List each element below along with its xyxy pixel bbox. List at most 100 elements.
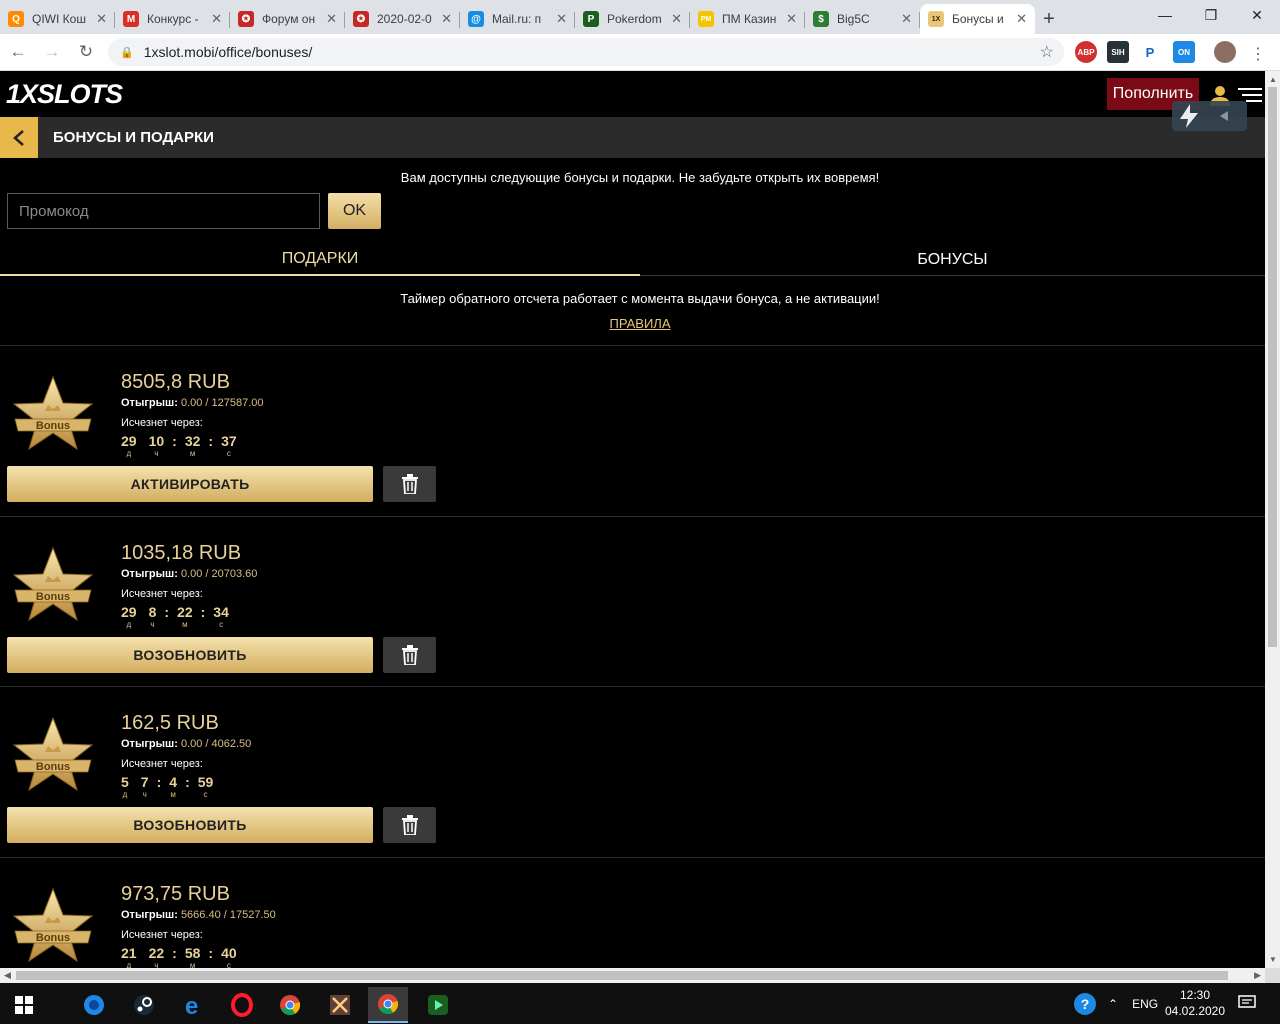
delete-bonus-button[interactable] — [383, 807, 436, 843]
browser-tab-label: Конкурс - — [147, 12, 199, 26]
timer-seconds-value: 59 — [197, 774, 214, 790]
bonus-badge-text: Bonus — [36, 591, 70, 603]
close-tab-icon[interactable]: ✕ — [326, 11, 337, 27]
promo-code-input[interactable] — [7, 193, 320, 229]
promo-ok-button[interactable]: OK — [328, 193, 381, 229]
scroll-left-arrow-icon[interactable]: ◀ — [4, 970, 11, 981]
bonus-action-button[interactable]: АКТИВИРОВАТЬ — [7, 466, 373, 502]
tab-bonuses[interactable]: БОНУСЫ — [640, 243, 1265, 276]
vertical-scroll-thumb[interactable] — [1268, 87, 1277, 647]
bonus-card: Bonus 973,75 RUB Отыгрыш: 5666.40 / 17527.… — [0, 857, 1265, 968]
back-button[interactable]: ← — [2, 36, 34, 68]
delete-bonus-button[interactable] — [383, 637, 436, 673]
taskbar-app-opera[interactable] — [222, 987, 262, 1023]
browser-tab[interactable]: ✪ Форум он ✕ — [230, 4, 345, 34]
bonus-action-button[interactable]: ВОЗОБНОВИТЬ — [7, 637, 373, 673]
edge-icon: e — [185, 993, 198, 1017]
browser-tab[interactable]: M Конкурс - ✕ — [115, 4, 230, 34]
on-extension-icon[interactable]: ON — [1173, 41, 1195, 63]
tray-overflow-icon[interactable]: ⌃ — [1108, 997, 1118, 1011]
site-logo[interactable]: 1XSLOTS — [6, 79, 123, 110]
taskbar-app-chrome[interactable] — [270, 987, 310, 1023]
bonus-card: Bonus 162,5 RUB Отыгрыш: 0.00 / 4062.50 Исч… — [0, 686, 1265, 856]
timer-separator: : — [185, 774, 190, 790]
taskbar-app-steam[interactable] — [124, 987, 164, 1023]
browser-tab[interactable]: Q QIWI Кош ✕ — [0, 4, 115, 34]
timer-days-value: 5 — [121, 774, 129, 790]
close-tab-icon[interactable]: ✕ — [441, 11, 452, 27]
bookmark-star-icon[interactable]: ☆ — [1040, 42, 1054, 62]
widget-logo-icon — [1180, 104, 1228, 128]
taskbar-app-chrome-active[interactable] — [368, 987, 408, 1023]
browser-menu-icon[interactable]: ⋮ — [1250, 44, 1266, 64]
browser-tab[interactable]: 1X Бонусы и ✕ — [920, 4, 1035, 34]
timer-days-label: д — [122, 790, 128, 799]
vertical-scrollbar[interactable]: ▲ ▼ — [1265, 71, 1280, 968]
floating-widget[interactable] — [1172, 101, 1247, 131]
profile-avatar[interactable] — [1214, 41, 1236, 63]
minimize-button[interactable]: — — [1142, 0, 1188, 30]
horizontal-scrollbar[interactable]: ◀ ▶ — [0, 968, 1265, 983]
sih-extension-icon[interactable]: SIH — [1107, 41, 1129, 63]
taskbar-app-player[interactable] — [418, 987, 458, 1023]
scroll-down-arrow-icon[interactable]: ▼ — [1269, 955, 1277, 964]
url-bar[interactable]: 🔒 1xslot.mobi/office/bonuses/ ☆ — [108, 38, 1064, 66]
scroll-up-arrow-icon[interactable]: ▲ — [1269, 75, 1277, 84]
p-extension-icon[interactable]: P — [1139, 41, 1161, 63]
reload-button[interactable]: ↻ — [70, 36, 102, 68]
adblock-extension-icon[interactable]: ABP — [1075, 41, 1097, 63]
taskbar-app-cs[interactable] — [320, 987, 360, 1023]
browser-tab-label: ПМ Казин — [722, 12, 777, 26]
windows-start-button[interactable] — [4, 987, 44, 1023]
delete-bonus-button[interactable] — [383, 466, 436, 502]
bonus-amount: 973,75 RUB — [121, 883, 230, 905]
scroll-right-arrow-icon[interactable]: ▶ — [1254, 970, 1261, 981]
close-window-button[interactable]: ✕ — [1234, 0, 1280, 30]
windows-logo-icon — [15, 996, 33, 1014]
timer-hours-label: ч — [150, 620, 155, 629]
tab-gifts[interactable]: ПОДАРКИ — [0, 243, 640, 276]
restore-button[interactable]: ❐ — [1188, 0, 1234, 30]
horizontal-scroll-thumb[interactable] — [16, 971, 1228, 980]
browser-tab[interactable]: ✪ 2020-02-0 ✕ — [345, 4, 460, 34]
help-icon[interactable]: ? — [1074, 992, 1096, 1015]
close-tab-icon[interactable]: ✕ — [671, 11, 682, 27]
browser-tab[interactable]: $ Big5C ✕ — [805, 4, 920, 34]
close-tab-icon[interactable]: ✕ — [786, 11, 797, 27]
close-tab-icon[interactable]: ✕ — [211, 11, 222, 27]
forward-button[interactable]: → — [36, 36, 68, 68]
wager-label: Отыгрыш: — [121, 397, 178, 409]
close-tab-icon[interactable]: ✕ — [96, 11, 107, 27]
rules-link[interactable]: ПРАВИЛА — [0, 316, 1265, 331]
close-tab-icon[interactable]: ✕ — [556, 11, 567, 27]
timer-seconds-value: 37 — [221, 433, 237, 449]
close-tab-icon[interactable]: ✕ — [1016, 11, 1027, 27]
timer-minutes-label: м — [189, 449, 196, 458]
notifications-icon[interactable] — [1238, 995, 1256, 1016]
svg-text:e: e — [185, 993, 198, 1017]
system-clock[interactable]: 12:30 04.02.2020 — [1160, 987, 1230, 1019]
page-title: БОНУСЫ И ПОДАРКИ — [53, 129, 214, 146]
close-tab-icon[interactable]: ✕ — [901, 11, 912, 27]
browser-tab[interactable]: P Pokerdom ✕ — [575, 4, 690, 34]
language-indicator[interactable]: ENG — [1132, 997, 1158, 1011]
wager-value: 0.00 / 4062.50 — [180, 738, 252, 750]
countdown-timer: 21 д 22 ч:58 м:40 с — [121, 945, 237, 968]
bonus-action-button[interactable]: ВОЗОБНОВИТЬ — [7, 807, 373, 843]
timer-hours-label: ч — [154, 961, 159, 968]
big5-icon: $ — [813, 11, 829, 27]
taskbar-app-edge[interactable]: e — [174, 987, 214, 1023]
expires-label: Исчезнет через: — [121, 417, 203, 429]
timer-seconds-label: с — [203, 790, 208, 799]
taskbar-app-headset[interactable] — [74, 987, 114, 1023]
gmail-icon: M — [123, 11, 139, 27]
page-back-button[interactable] — [0, 117, 38, 158]
new-tab-button[interactable]: + — [1035, 4, 1063, 34]
trash-icon — [401, 474, 418, 494]
timer-hours-value: 8 — [148, 604, 157, 620]
bonus-star-icon: Bonus — [12, 546, 94, 622]
bonus-star-icon: Bonus — [12, 716, 94, 792]
browser-tab[interactable]: @ Mail.ru: п ✕ — [460, 4, 575, 34]
browser-tab[interactable]: PM ПМ Казин ✕ — [690, 4, 805, 34]
play-icon — [428, 995, 448, 1015]
